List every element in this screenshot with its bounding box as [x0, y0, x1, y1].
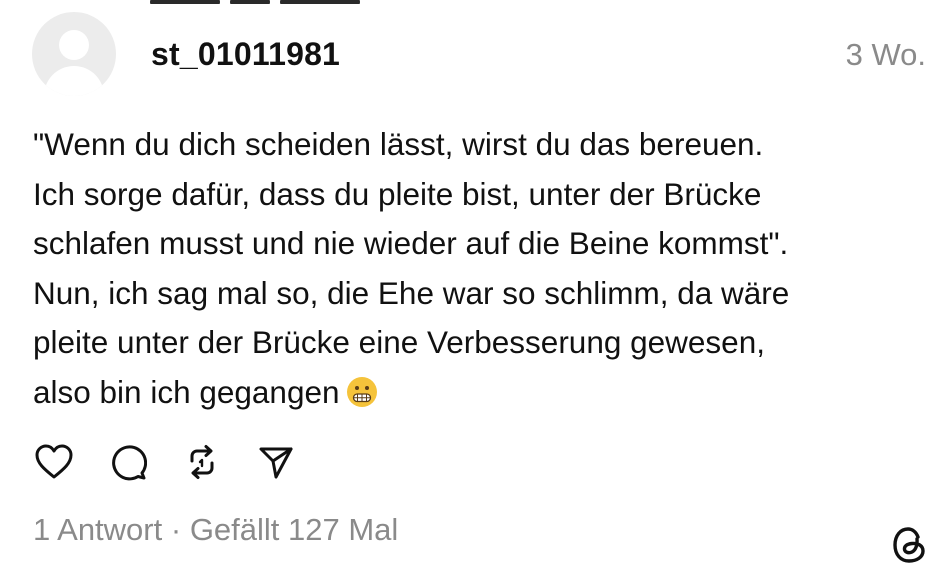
post-text-line: pleite unter der Brücke eine Verbesserun… — [33, 324, 765, 360]
post-text-line: also bin ich gegangen — [33, 373, 340, 410]
threads-logo-icon — [890, 525, 930, 565]
reply-button[interactable] — [108, 444, 148, 484]
comment-icon — [109, 443, 148, 486]
stats-separator: · — [162, 512, 190, 547]
like-button[interactable] — [34, 444, 74, 484]
avatar[interactable] — [32, 12, 116, 96]
post-text-line: Ich sorge dafür, dass du pleite bist, un… — [33, 175, 762, 212]
reply-count[interactable]: 1 Antwort — [33, 512, 162, 547]
send-icon — [257, 443, 295, 486]
post-text-last-line: also bin ich gegangen — [33, 368, 933, 423]
grimacing-face-emoji — [346, 373, 378, 423]
post-text-line: "Wenn du dich scheiden lässt, wirst du d… — [33, 126, 764, 162]
avatar-head-shape — [59, 30, 89, 60]
like-count[interactable]: Gefällt 127 Mal — [190, 512, 399, 547]
avatar-body-shape — [44, 66, 104, 96]
post-text-line: Nun, ich sag mal so, die Ehe war so schl… — [33, 274, 790, 311]
username[interactable]: st_01011981 — [151, 36, 340, 73]
previous-post-fragment — [150, 0, 380, 4]
heart-icon — [35, 444, 73, 485]
post-text-line: schlafen musst und nie wieder auf die Be… — [33, 225, 789, 261]
post-body: "Wenn du dich scheiden lässt, wirst du d… — [33, 120, 933, 422]
post-timestamp: 3 Wo. — [845, 37, 926, 72]
repost-button[interactable] — [182, 444, 222, 484]
repost-icon — [183, 443, 221, 486]
post-stats: 1 Antwort · Gefällt 127 Mal — [33, 512, 398, 548]
share-button[interactable] — [256, 444, 296, 484]
